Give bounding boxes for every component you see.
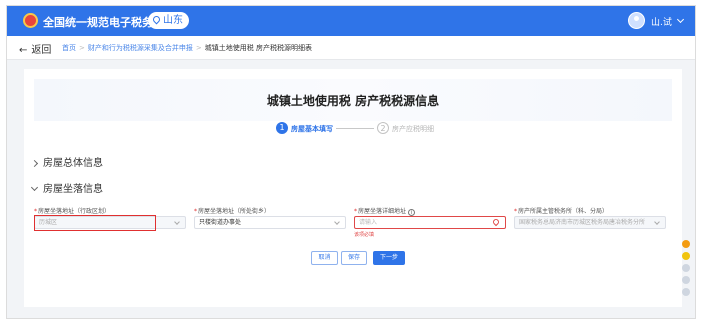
breadcrumb-home[interactable]: 首页 — [62, 44, 76, 52]
tax-bureau-select[interactable]: 国家税务总局济南市历城区税务局唐冶税务分所 — [514, 216, 666, 229]
breadcrumb-separator: > — [79, 44, 85, 52]
section-overall-label: 房屋总体信息 — [43, 158, 103, 169]
side-tool-icon[interactable] — [682, 288, 690, 296]
street-select[interactable]: 只楼街道办事处 — [194, 216, 346, 229]
region-selector[interactable]: 山东 — [148, 12, 189, 29]
detail-address-error: 该项必填 — [354, 232, 375, 238]
top-navbar: 全国统一规范电子税务局 山东 山.试 — [7, 6, 695, 36]
section-location-label: 房屋坐落信息 — [43, 184, 103, 195]
info-icon[interactable]: i — [408, 209, 416, 216]
chevron-down-icon — [30, 183, 39, 192]
page-title: 城镇土地使用税 房产税税源信息 — [266, 94, 440, 108]
arrow-left-icon: ← — [19, 45, 28, 56]
district-label: *房屋坐落地址（行政区划） — [34, 208, 111, 215]
side-tool-icon[interactable] — [682, 264, 690, 272]
side-tool-icon[interactable] — [682, 252, 690, 260]
step-indicator: 1 房屋基本填写 2 房产应税明细 — [24, 122, 682, 136]
save-button[interactable]: 保存 — [341, 251, 367, 265]
next-step-button[interactable]: 下一步 — [373, 251, 405, 265]
region-label: 山东 — [163, 15, 183, 26]
back-label: 返回 — [31, 45, 52, 56]
breadcrumb-separator: > — [195, 44, 202, 52]
side-tool-icon[interactable] — [682, 276, 690, 284]
street-value: 只楼街道办事处 — [199, 219, 242, 226]
highlight-box — [34, 215, 156, 231]
title-banner: 城镇土地使用税 房产税税源信息 — [34, 79, 672, 121]
chevron-right-icon — [30, 159, 39, 168]
app-title: 全国统一规范电子税务局 — [43, 16, 164, 29]
browser-viewport: 全国统一规范电子税务局 山东 山.试 ← 返回 首页 > 财产和行为税税源采集及合并申… — [6, 5, 696, 319]
breadcrumb-tax-collection[interactable]: 财产和行为税税源采集及合并申报 — [88, 44, 193, 52]
back-button[interactable]: ← 返回 — [19, 41, 51, 56]
user-name[interactable]: 山.试 — [651, 15, 672, 28]
chevron-down-icon — [334, 219, 340, 225]
floating-tool-rail — [681, 240, 691, 318]
tax-bureau-value: 国家税务总局济南市历城区税务局唐冶税务分所 — [519, 219, 646, 226]
map-pin-icon[interactable] — [491, 217, 501, 227]
cancel-button[interactable]: 取消 — [311, 251, 338, 265]
tax-bureau-label: *房产所属主管税务所（科、分局） — [514, 208, 609, 215]
step-1-label: 房屋基本填写 — [291, 125, 333, 133]
step-2-label: 房产应税明细 — [392, 125, 434, 133]
chevron-down-icon — [174, 219, 180, 225]
tax-bureau-logo-icon — [23, 13, 38, 28]
location-pin-icon — [151, 14, 162, 25]
breadcrumb-current: 城镇土地使用税 房产税税源明细表 — [204, 44, 312, 52]
detail-address-label: *房屋坐落详细地址 i — [354, 206, 416, 216]
section-overall-info-toggle[interactable]: 房屋总体信息 — [30, 154, 103, 169]
user-avatar-icon[interactable] — [628, 12, 645, 29]
step-2-number: 2 — [377, 122, 389, 134]
step-connector — [336, 128, 374, 129]
main-card: 城镇土地使用税 房产税税源信息 1 房屋基本填写 2 房产应税明细 房屋总体信息… — [24, 69, 682, 307]
detail-address-placeholder: 请输入 — [359, 219, 378, 226]
chevron-down-icon — [654, 219, 660, 225]
side-tool-icon[interactable] — [682, 240, 690, 248]
chevron-down-icon[interactable] — [676, 15, 685, 24]
detail-address-input[interactable]: 请输入 — [354, 216, 506, 229]
street-label: *房屋坐落地址（所处街乡） — [194, 208, 271, 215]
breadcrumb-bar: ← 返回 首页 > 财产和行为税税源采集及合并申报 > 城镇土地使用税 房产税税源明细表 — [7, 36, 695, 60]
step-1-number: 1 — [276, 122, 288, 134]
section-location-info-toggle[interactable]: 房屋坐落信息 — [30, 180, 103, 195]
breadcrumb: 首页 > 财产和行为税税源采集及合并申报 > 城镇土地使用税 房产税税源明细表 — [62, 43, 312, 53]
